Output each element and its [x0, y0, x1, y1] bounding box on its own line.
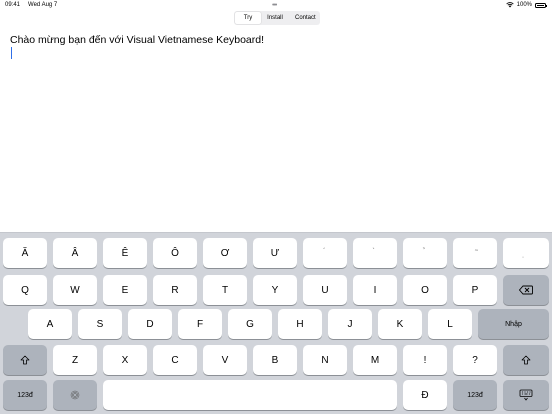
key-z[interactable]: Z	[53, 345, 97, 375]
key-w[interactable]: W	[53, 275, 97, 305]
key-r[interactable]: R	[153, 275, 197, 305]
shift-icon	[20, 355, 30, 365]
key-a[interactable]: A	[28, 309, 72, 339]
key-question[interactable]: ?	[453, 345, 497, 375]
status-date: Wed Aug 7	[28, 2, 58, 8]
status-left: 09:41 Wed Aug 7	[5, 2, 57, 8]
key-v[interactable]: V	[203, 345, 247, 375]
fingerprint-key[interactable]	[53, 380, 97, 410]
key-o-circumflex[interactable]: Ô	[153, 238, 197, 268]
key-m[interactable]: M	[353, 345, 397, 375]
key-o-horn[interactable]: Ơ	[203, 238, 247, 268]
key-x[interactable]: X	[103, 345, 147, 375]
multitask-dots[interactable]: •••	[272, 2, 277, 9]
segmented-control: Try Install Contact	[234, 11, 320, 25]
key-u-horn[interactable]: Ư	[253, 238, 297, 268]
key-h[interactable]: H	[278, 309, 322, 339]
backspace-icon	[519, 285, 533, 295]
fingerprint-icon	[70, 390, 80, 400]
key-b[interactable]: B	[253, 345, 297, 375]
tab-try[interactable]: Try	[235, 12, 261, 24]
key-e[interactable]: E	[103, 275, 147, 305]
status-time: 09:41	[5, 2, 21, 8]
tab-install[interactable]: Install	[261, 12, 289, 24]
space-bar[interactable]	[103, 380, 397, 410]
key-c[interactable]: C	[153, 345, 197, 375]
shift-key-left[interactable]	[3, 345, 47, 375]
battery-icon	[535, 2, 547, 8]
shift-key-right[interactable]	[503, 345, 549, 375]
battery-percent: 100%	[516, 2, 532, 8]
key-i[interactable]: I	[353, 275, 397, 305]
key-j[interactable]: J	[328, 309, 372, 339]
key-tone-dot[interactable]: ̣	[503, 238, 549, 268]
text-caret	[11, 47, 12, 59]
key-s[interactable]: S	[78, 309, 122, 339]
key-e-circumflex[interactable]: Ê	[103, 238, 147, 268]
key-a-circumflex[interactable]: Â	[53, 238, 97, 268]
text-editor[interactable]: Chào mừng bạn đến với Visual Vietnamese …	[10, 34, 540, 224]
key-t[interactable]: T	[203, 275, 247, 305]
key-n[interactable]: N	[303, 345, 347, 375]
hide-keyboard-key[interactable]	[503, 380, 549, 410]
key-a-breve[interactable]: Ă	[3, 238, 47, 268]
key-y[interactable]: Y	[253, 275, 297, 305]
key-exclamation[interactable]: !	[403, 345, 447, 375]
key-l[interactable]: L	[428, 309, 472, 339]
key-tone-hook[interactable]: ̉	[403, 238, 447, 268]
tab-contact[interactable]: Contact	[289, 12, 319, 24]
shift-icon	[521, 355, 531, 365]
key-tone-tilde[interactable]: ̃	[453, 238, 497, 268]
key-u[interactable]: U	[303, 275, 347, 305]
key-d[interactable]: D	[128, 309, 172, 339]
key-f[interactable]: F	[178, 309, 222, 339]
key-tone-acute[interactable]: ́	[303, 238, 347, 268]
wifi-icon	[505, 2, 514, 8]
key-q[interactable]: Q	[3, 275, 47, 305]
numbers-key-right[interactable]: 123đ	[453, 380, 497, 410]
key-p[interactable]: P	[453, 275, 497, 305]
backspace-key[interactable]	[503, 275, 549, 305]
key-d-stroke[interactable]: Đ	[403, 380, 447, 410]
numbers-key-left[interactable]: 123đ	[3, 380, 47, 410]
enter-key[interactable]: Nhập	[478, 309, 549, 339]
editor-text: Chào mừng bạn đến với Visual Vietnamese …	[10, 34, 265, 46]
keyboard: Ă Â Ê Ô Ơ Ư ́ ̀ ̉ ̃ ̣ Q W E R T Y U I O …	[0, 232, 552, 414]
key-k[interactable]: K	[378, 309, 422, 339]
key-g[interactable]: G	[228, 309, 272, 339]
key-o[interactable]: O	[403, 275, 447, 305]
status-right: 100%	[505, 2, 547, 8]
keyboard-hide-icon	[519, 389, 533, 401]
key-tone-grave[interactable]: ̀	[353, 238, 397, 268]
